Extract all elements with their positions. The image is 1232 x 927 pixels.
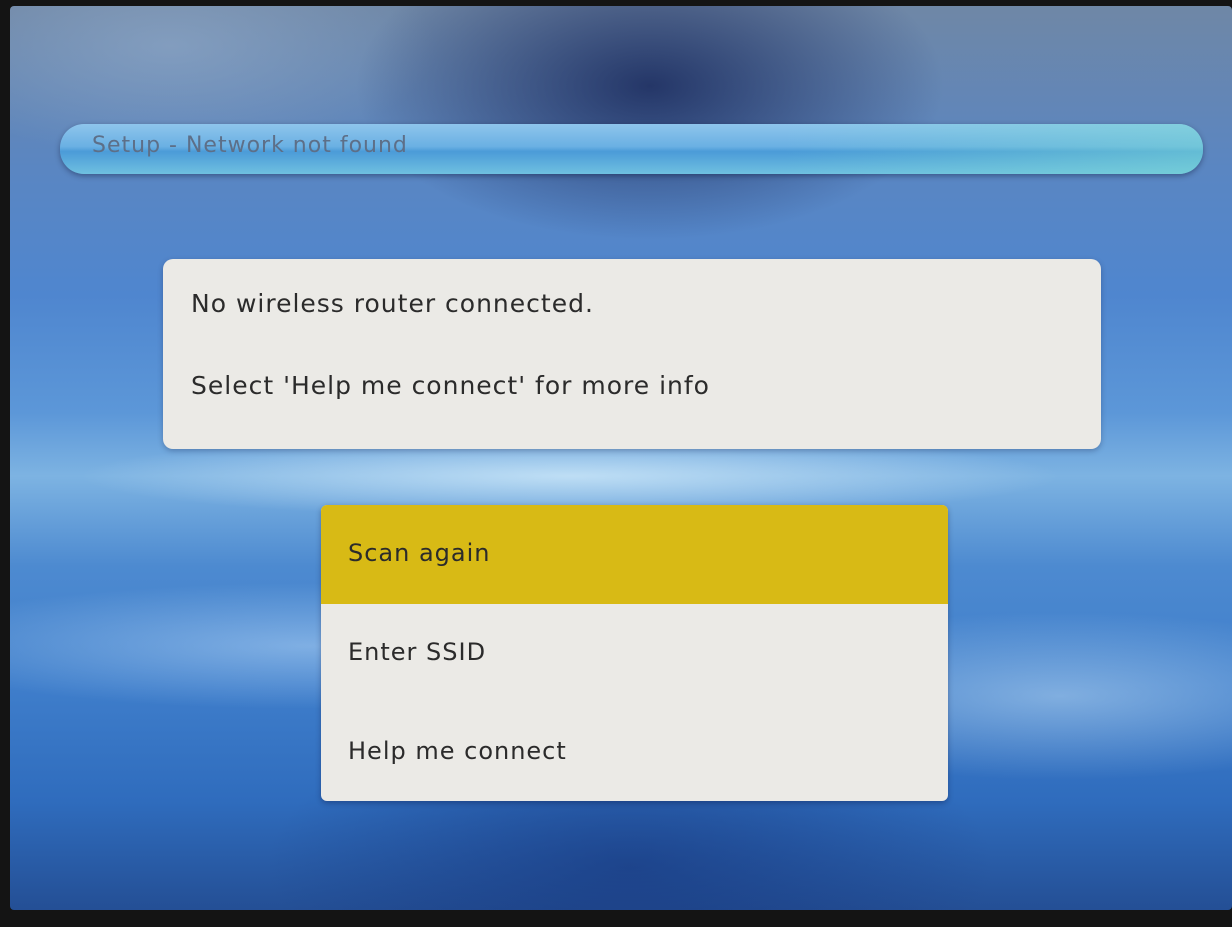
status-message: No wireless router connected.	[191, 289, 594, 318]
menu-item-label: Enter SSID	[348, 638, 487, 666]
menu-item-scan-again[interactable]: Scan again	[321, 505, 948, 604]
menu-item-enter-ssid[interactable]: Enter SSID	[321, 604, 948, 703]
page-title: Setup - Network not found	[92, 133, 408, 158]
menu-item-help-me-connect[interactable]: Help me connect	[321, 703, 948, 801]
title-bar: Setup - Network not found	[60, 124, 1203, 174]
options-menu: Scan again Enter SSID Help me connect	[321, 505, 948, 801]
message-panel: No wireless router connected. Select 'He…	[163, 259, 1101, 449]
menu-item-label: Help me connect	[348, 737, 567, 765]
tv-screen: Setup - Network not found No wireless ro…	[10, 6, 1232, 910]
menu-item-label: Scan again	[348, 539, 491, 567]
help-hint-message: Select 'Help me connect' for more info	[191, 371, 710, 400]
